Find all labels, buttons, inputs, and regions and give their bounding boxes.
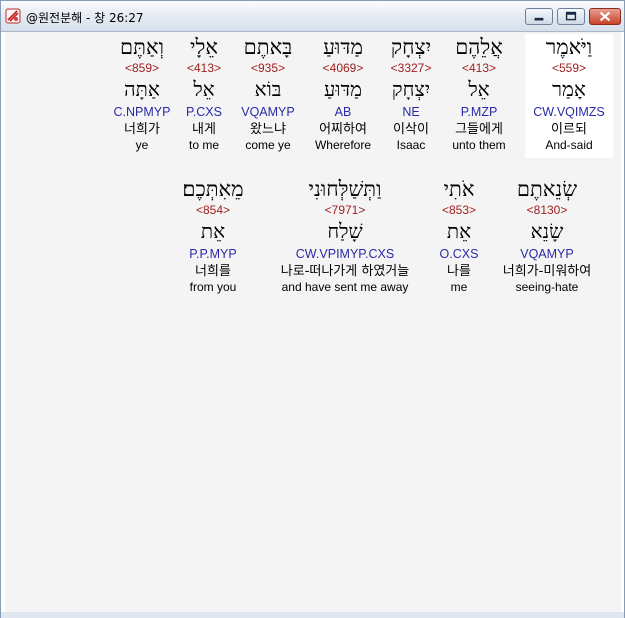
english-gloss: and have sent me away bbox=[281, 280, 409, 294]
korean-gloss: 왔느냐 bbox=[250, 122, 286, 137]
strong-number: <859> bbox=[124, 61, 160, 75]
korean-gloss: 어찌하여 bbox=[319, 122, 367, 137]
english-gloss: Isaac bbox=[396, 138, 426, 152]
hebrew-word: וַתְּשַׁלְּחוּנִי bbox=[308, 177, 382, 201]
strong-number: <3327> bbox=[390, 61, 432, 75]
lemma-word: שָׁלַח bbox=[327, 219, 363, 243]
korean-gloss: 이르되 bbox=[551, 122, 587, 137]
maximize-icon bbox=[565, 11, 577, 21]
strong-number: <7971> bbox=[324, 203, 366, 217]
korean-gloss: 너희가-미워하여 bbox=[502, 264, 592, 279]
interlinear-word[interactable]: שְׂנֵאתֶם <8130> שָׂנֵא VQAMYP 너희가-미워하여 seein… bbox=[503, 178, 591, 294]
english-gloss: come ye bbox=[245, 138, 291, 152]
interlinear-word[interactable]: וַיֹּאמֶר <559> אָמַר CW.VQIMZS 이르되 And-said bbox=[525, 34, 613, 158]
lemma-word: אֵת bbox=[200, 219, 226, 243]
interlinear-word[interactable]: אֹתִי <853> אֵת O.CXS 나를 me bbox=[440, 178, 479, 294]
english-gloss: to me bbox=[188, 138, 219, 152]
interlinear-word[interactable]: וַתְּשַׁלְּחוּנִי <7971> שָׁלַח CW.VPIMYP.C… bbox=[281, 178, 409, 294]
english-gloss: And-said bbox=[545, 138, 593, 152]
morphology-code: O.CXS bbox=[439, 247, 479, 261]
app-window: @원전분해 - 창 26:27 וַיֹּאמֶר <559> אָמַר CW.VQ… bbox=[0, 0, 625, 618]
korean-gloss: 나로-떠나가게 하였거늘 bbox=[280, 264, 410, 279]
close-icon bbox=[599, 11, 611, 22]
strong-number: <413> bbox=[461, 61, 497, 75]
minimize-button[interactable] bbox=[525, 8, 553, 25]
interlinear-word[interactable]: מֵאִתְּכֶם׃ <854> אֵת P.P.MYP 너희를 from you bbox=[182, 178, 243, 294]
window-title: @원전분해 - 창 26:27 bbox=[26, 11, 144, 25]
hebrew-word: וַיֹּאמֶר bbox=[545, 35, 593, 59]
hebrew-word: בָּאתֶם bbox=[243, 35, 293, 59]
lemma-word: יִצְחָק bbox=[391, 77, 431, 101]
lemma-word: בּוֹא bbox=[254, 77, 282, 101]
hebrew-word: אֲלֵהֶם bbox=[455, 35, 503, 59]
english-gloss: seeing-hate bbox=[515, 280, 579, 294]
lemma-word: אַתָּה bbox=[124, 77, 160, 101]
strong-number: <8130> bbox=[526, 203, 568, 217]
maximize-button[interactable] bbox=[557, 8, 585, 25]
korean-gloss: 나를 bbox=[447, 264, 471, 279]
strong-number: <4069> bbox=[322, 61, 364, 75]
strong-number: <854> bbox=[195, 203, 231, 217]
morphology-code: CW.VQIMZS bbox=[533, 105, 605, 119]
english-gloss: ye bbox=[135, 138, 149, 152]
morphology-code: VQAMYP bbox=[241, 105, 295, 119]
korean-gloss: 내게 bbox=[192, 122, 216, 137]
hebrew-word: אֹתִי bbox=[443, 177, 475, 201]
korean-gloss: 너희가 bbox=[124, 122, 160, 137]
korean-gloss: 이삭이 bbox=[393, 122, 429, 137]
morphology-code: NE bbox=[402, 105, 420, 119]
morphology-code: P.MZP bbox=[460, 105, 498, 119]
hebrew-word: וְאַתֶּם bbox=[120, 35, 164, 59]
hebrew-word: מַדּוּעַ bbox=[323, 35, 363, 59]
morphology-code: VQAMYP bbox=[520, 247, 574, 261]
lemma-word: אֵל bbox=[193, 77, 215, 101]
morphology-code: P.P.MYP bbox=[189, 247, 237, 261]
interlinear-word[interactable]: בָּאתֶם <935> בּוֹא VQAMYP 왔느냐 come ye bbox=[241, 36, 295, 152]
interlinear-word[interactable]: מַדּוּעַ <4069> מַדּוּעַ AB 어찌하여 Wherefore bbox=[315, 36, 371, 152]
lemma-word: שָׂנֵא bbox=[530, 219, 564, 243]
strong-number: <413> bbox=[186, 61, 222, 75]
app-logo-icon bbox=[5, 8, 21, 24]
interlinear-pane: וַיֹּאמֶר <559> אָמַר CW.VQIMZS 이르되 And-said א… bbox=[5, 32, 621, 612]
interlinear-word[interactable]: יִצְחָק <3327> יִצְחָק NE 이삭이 Isaac bbox=[391, 36, 432, 152]
korean-gloss: 그들에게 bbox=[455, 122, 503, 137]
morphology-code: C.NPMYP bbox=[113, 105, 171, 119]
interlinear-word[interactable]: אֲלֵהֶם <413> אֵל P.MZP 그들에게 unto them bbox=[452, 36, 505, 152]
english-gloss: Wherefore bbox=[314, 138, 372, 152]
window-frame-bottom bbox=[1, 612, 624, 618]
strong-number: <559> bbox=[551, 61, 587, 75]
lemma-word: מַדּוּעַ bbox=[324, 77, 362, 101]
hebrew-word: מֵאִתְּכֶם׃ bbox=[182, 177, 244, 201]
morphology-code: P.CXS bbox=[186, 105, 222, 119]
lemma-word: אֵת bbox=[446, 219, 472, 243]
english-gloss: from you bbox=[189, 280, 237, 294]
morphology-code: CW.VPIMYP.CXS bbox=[295, 247, 395, 261]
strong-number: <935> bbox=[250, 61, 286, 75]
interlinear-word[interactable]: אֵלָי <413> אֵל P.CXS 내게 to me bbox=[186, 36, 222, 152]
morphology-code: AB bbox=[334, 105, 352, 119]
english-gloss: unto them bbox=[452, 138, 506, 152]
korean-gloss: 너희를 bbox=[195, 264, 231, 279]
minimize-icon bbox=[534, 17, 544, 21]
title-bar[interactable]: @원전분해 - 창 26:27 bbox=[1, 1, 624, 32]
english-gloss: me bbox=[450, 280, 468, 294]
interlinear-word[interactable]: וְאַתֶּם <859> אַתָּה C.NPMYP 너희가 ye bbox=[114, 36, 171, 152]
lemma-word: אָמַר bbox=[552, 77, 586, 101]
hebrew-word: אֵלָי bbox=[190, 35, 218, 59]
close-button[interactable] bbox=[589, 8, 621, 25]
hebrew-word: יִצְחָק bbox=[390, 35, 432, 59]
lemma-word: אֵל bbox=[468, 77, 490, 101]
strong-number: <853> bbox=[441, 203, 477, 217]
hebrew-word: שְׂנֵאתֶם bbox=[516, 177, 578, 201]
